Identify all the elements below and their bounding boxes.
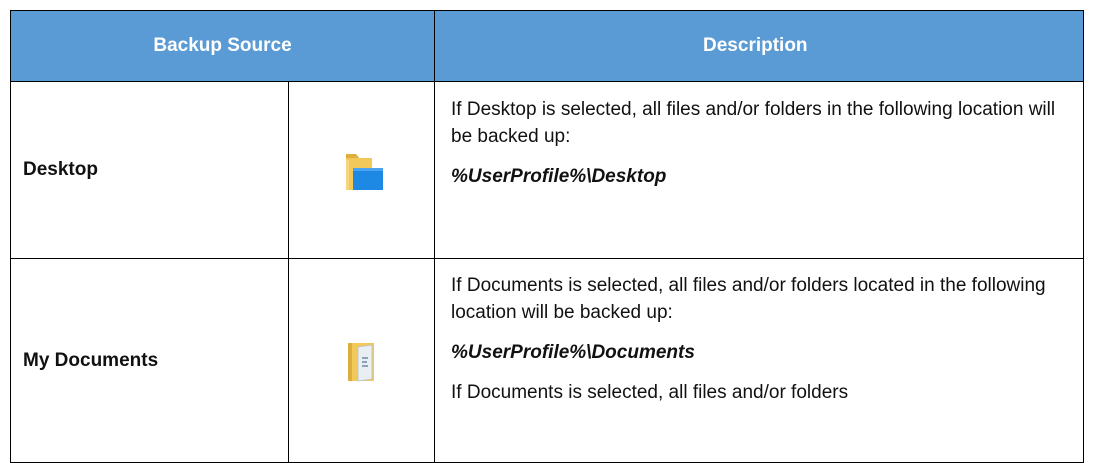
desktop-folder-icon [345, 154, 383, 190]
description-text: If Documents is selected, all files and/… [451, 275, 1046, 323]
header-description: Description [434, 10, 1085, 82]
description-text: If Desktop is selected, all files and/or… [451, 99, 1056, 147]
source-icon-cell [287, 81, 436, 259]
table-row: My Documents If Documents is selected, a… [10, 258, 1085, 463]
source-description-cell: If Desktop is selected, all files and/or… [434, 81, 1085, 259]
description-continued-text: If Documents is selected, all files and/… [451, 382, 849, 403]
location-path: %UserProfile%\Documents [451, 342, 695, 363]
source-name: Desktop [10, 81, 289, 259]
source-name: My Documents [10, 258, 289, 463]
table-row: Desktop If Desktop is selected, all file… [10, 81, 1085, 259]
source-description-cell: If Documents is selected, all files and/… [434, 258, 1085, 463]
table-header-row: Backup Source Description [9, 10, 1085, 82]
header-backup-source: Backup Source [9, 10, 436, 82]
documents-folder-icon [347, 342, 374, 381]
location-path: %UserProfile%\Desktop [451, 166, 667, 187]
backup-source-table: Backup Source Description Desktop If Des… [9, 10, 1085, 463]
source-icon-cell [287, 258, 436, 463]
